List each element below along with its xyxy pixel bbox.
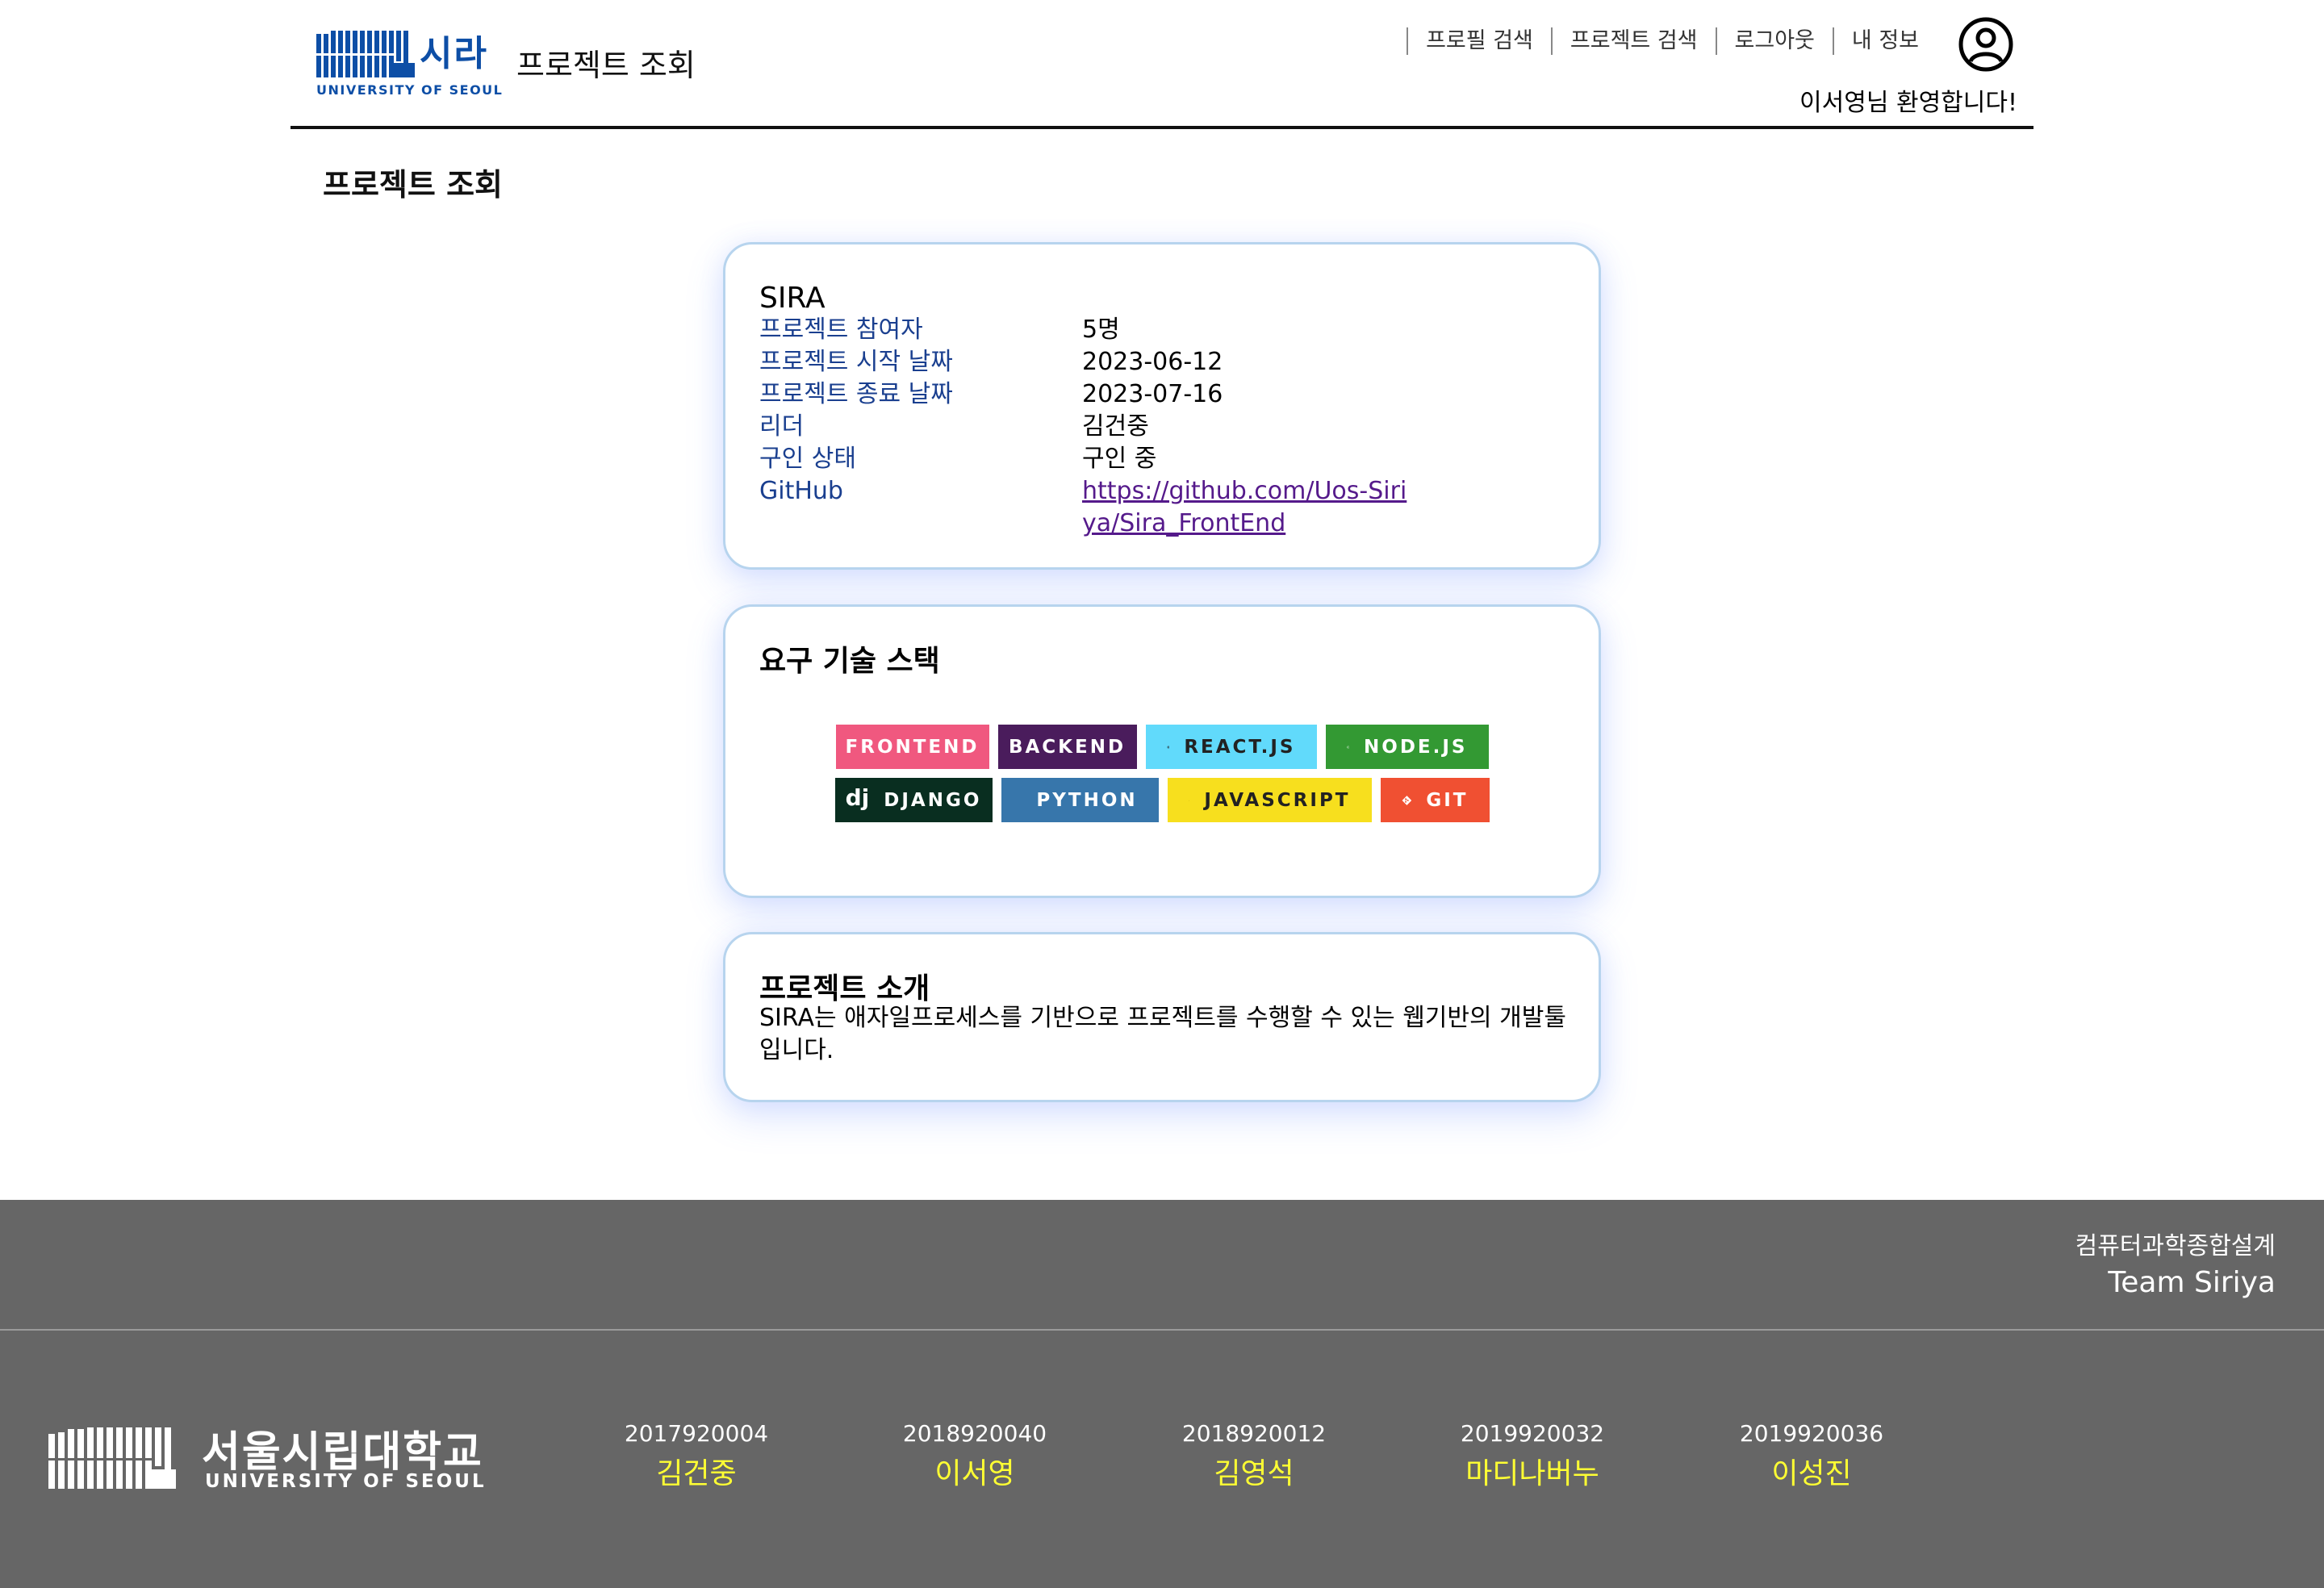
member-name: 이서영: [934, 1457, 1015, 1490]
nav-my-info[interactable]: 내 정보: [1832, 27, 1937, 55]
info-label: 프로젝트 종료 날짜: [759, 380, 953, 408]
member-id: 2018920012: [1181, 1420, 1327, 1447]
badge-label: GIT: [1426, 789, 1469, 811]
member-name: 김건중: [656, 1457, 737, 1490]
team-name: Team Siriya: [2108, 1266, 2276, 1299]
course-name: 컴퓨터과학종합설계: [2075, 1232, 2276, 1260]
site-header: 시라 UNIVERSITY OF SEOUL 프로젝트 조회 프로필 검색 프로…: [290, 0, 2034, 129]
git-icon: [1402, 795, 1411, 805]
javascript-icon: JS: [1189, 789, 1190, 812]
badge-git: GIT: [1380, 778, 1490, 822]
badge-label: JAVASCRIPT: [1204, 789, 1351, 811]
tech-badges: FRONTEND BACKEND REACT.JS js NODE.JS dj …: [725, 725, 1599, 831]
info-label: 프로젝트 참여자: [759, 316, 923, 344]
user-profile-icon[interactable]: [1958, 16, 2014, 73]
info-label: 리더: [759, 412, 805, 441]
info-value: 5명: [1082, 316, 1120, 344]
django-icon: dj: [845, 784, 870, 811]
member-item: 2018920040 이서영: [870, 1418, 1080, 1498]
page-title: 프로젝트 조회: [323, 167, 503, 203]
member-id: 2017920004: [624, 1420, 769, 1447]
header-title: 프로젝트 조회: [516, 48, 696, 83]
badge-frontend: FRONTEND: [835, 725, 989, 769]
project-name: SIRA: [759, 282, 826, 315]
info-value: 김건중: [1082, 412, 1149, 441]
badge-javascript: JS JAVASCRIPT: [1167, 778, 1372, 822]
logo-subtitle: UNIVERSITY OF SEOUL: [316, 82, 504, 98]
nav-profile-search[interactable]: 프로필 검색: [1407, 27, 1551, 55]
member-item: 2019920032 마디나버누: [1427, 1418, 1637, 1498]
info-row-end-date: 프로젝트 종료 날짜 2023-07-16: [759, 378, 1566, 411]
project-intro-heading: 프로젝트 소개: [759, 972, 930, 1005]
badge-django: dj DJANGO: [834, 778, 993, 822]
nav-project-search[interactable]: 프로젝트 검색: [1550, 27, 1716, 55]
member-item: 2019920036 이성진: [1707, 1418, 1916, 1498]
info-label: GitHub: [759, 477, 843, 505]
info-row-leader: 리더 김건중: [759, 411, 1566, 443]
react-icon: [1166, 745, 1170, 749]
badge-react: REACT.JS: [1145, 725, 1317, 769]
badge-label: PYTHON: [1036, 789, 1138, 811]
info-row-participants: 프로젝트 참여자 5명: [759, 314, 1566, 346]
member-item: 2018920012 김영석: [1149, 1418, 1359, 1498]
info-row-github: GitHub https://github.com/Uos-Siriya/Sir…: [759, 475, 1566, 540]
project-intro-text: SIRA는 애자일프로세스를 기반으로 프로젝트를 수행할 수 있는 웹기반의 …: [759, 1004, 1566, 1064]
member-id: 2018920040: [902, 1420, 1047, 1447]
nav-logout[interactable]: 로그아웃: [1715, 27, 1833, 55]
badge-nodejs: js NODE.JS: [1325, 725, 1489, 769]
top-nav: 프로필 검색 프로젝트 검색 로그아웃 내 정보: [1407, 26, 1937, 56]
member-name: 마디나버누: [1465, 1457, 1599, 1490]
member-id: 2019920032: [1460, 1420, 1605, 1447]
info-value: 2023-07-16: [1082, 380, 1223, 408]
info-label: 구인 상태: [759, 445, 856, 473]
project-intro-card: 프로젝트 소개 SIRA는 애자일프로세스를 기반으로 프로젝트를 수행할 수 …: [723, 932, 1601, 1102]
nodejs-icon: js: [1347, 745, 1349, 749]
project-info-list: 프로젝트 참여자 5명 프로젝트 시작 날짜 2023-06-12 프로젝트 종…: [759, 314, 1566, 540]
logo-text: 시라: [420, 33, 488, 74]
info-value: https://github.com/Uos-Siriya/Sira_Front…: [1082, 475, 1421, 540]
member-name: 김영석: [1214, 1457, 1294, 1490]
info-row-start-date: 프로젝트 시작 날짜 2023-06-12: [759, 346, 1566, 378]
badge-label: DJANGO: [884, 789, 982, 811]
member-name: 이성진: [1771, 1457, 1852, 1490]
badge-label: NODE.JS: [1364, 736, 1468, 758]
project-info-card: SIRA 프로젝트 참여자 5명 프로젝트 시작 날짜 2023-06-12 프…: [723, 242, 1601, 570]
site-footer: 컴퓨터과학종합설계 Team Siriya 서울시립대학교 UNIVERSITY…: [0, 1200, 2324, 1588]
info-row-recruit-status: 구인 상태 구인 중: [759, 443, 1566, 475]
badge-label: FRONTEND: [845, 736, 980, 758]
github-link[interactable]: https://github.com/Uos-Siriya/Sira_Front…: [1082, 477, 1407, 537]
sira-logo[interactable]: 시라 UNIVERSITY OF SEOUL: [316, 29, 502, 100]
member-item: 2017920004 김건중: [591, 1418, 801, 1498]
badge-backend: BACKEND: [997, 725, 1137, 769]
welcome-message: 이서영님 환영합니다!: [1799, 89, 2017, 117]
footer-top: 컴퓨터과학종합설계 Team Siriya: [0, 1200, 2324, 1331]
team-members: 2017920004 김건중 2018920040 이서영 2018920012…: [0, 1418, 2324, 1515]
badge-label: REACT.JS: [1184, 736, 1296, 758]
uos-bars-icon: [316, 31, 415, 77]
member-id: 2019920036: [1739, 1420, 1884, 1447]
badge-label: BACKEND: [1008, 736, 1126, 758]
badge-python: PYTHON: [1001, 778, 1159, 822]
info-value: 2023-06-12: [1082, 348, 1223, 376]
info-label: 프로젝트 시작 날짜: [759, 348, 953, 376]
tech-stack-card: 요구 기술 스택 FRONTEND BACKEND REACT.JS js NO…: [723, 604, 1601, 898]
tech-stack-heading: 요구 기술 스택: [759, 645, 940, 678]
info-value: 구인 중: [1082, 445, 1157, 473]
